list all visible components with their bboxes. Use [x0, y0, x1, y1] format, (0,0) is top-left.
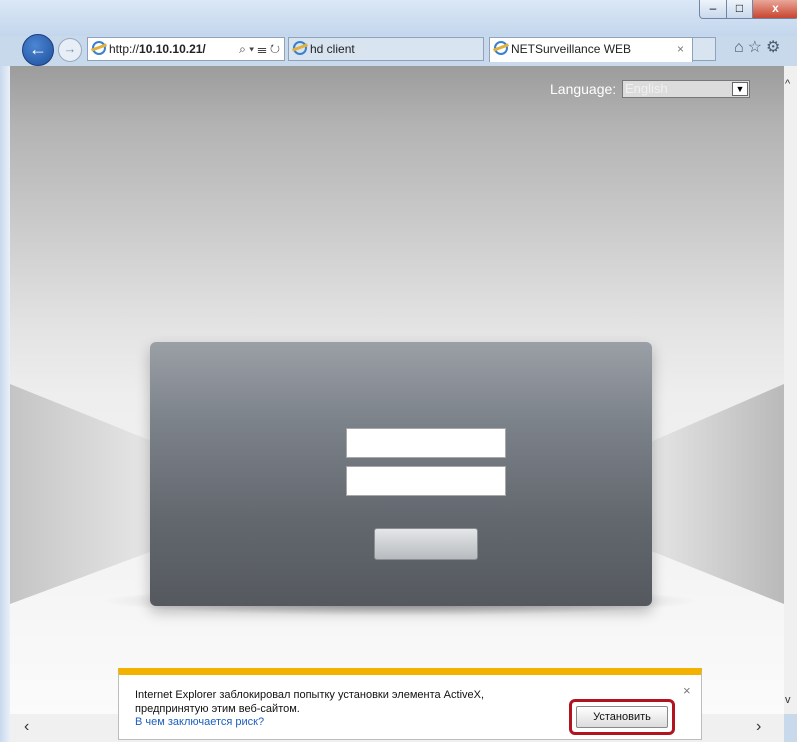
- close-icon[interactable]: ×: [683, 683, 691, 698]
- ie-logo-icon: [494, 41, 508, 55]
- close-window-button[interactable]: x: [752, 0, 797, 19]
- title-bar: [0, 0, 797, 36]
- tab-netsurveillance-web[interactable]: NETSurveillance WEB ×: [489, 37, 693, 62]
- language-label: Language:: [550, 81, 617, 97]
- password-input[interactable]: [346, 466, 506, 496]
- install-button-highlight: Установить: [569, 699, 675, 735]
- tab-label: hd client: [310, 42, 355, 56]
- risk-link[interactable]: В чем заключается риск?: [135, 716, 264, 728]
- chevron-down-icon[interactable]: ▼: [732, 82, 748, 96]
- maximize-button[interactable]: □: [726, 0, 753, 19]
- address-tools-icon[interactable]: ⌕ ▾ ☰ ↻: [239, 38, 280, 60]
- home-favorites-settings-icon[interactable]: ⌂☆⚙: [734, 37, 784, 57]
- language-select[interactable]: English ▼: [622, 80, 750, 98]
- scroll-left-icon[interactable]: ‹: [24, 718, 29, 736]
- tab-hd-client[interactable]: hd client: [288, 37, 484, 61]
- window-left-edge: [0, 66, 10, 742]
- address-prefix: http://: [109, 42, 140, 56]
- username-input[interactable]: [346, 428, 506, 458]
- tab-label: NETSurveillance WEB: [511, 42, 632, 56]
- new-tab-button[interactable]: [692, 37, 716, 61]
- ie-logo-icon: [293, 41, 307, 55]
- scroll-up-icon[interactable]: ^: [785, 78, 790, 90]
- login-panel: [150, 342, 652, 606]
- back-arrow-icon[interactable]: ←: [22, 34, 54, 66]
- background-wall-right: [652, 384, 784, 604]
- minimize-button[interactable]: –: [699, 0, 727, 19]
- scroll-down-icon[interactable]: v: [785, 694, 791, 706]
- forward-arrow-icon[interactable]: →: [58, 38, 82, 62]
- notification-message: Internet Explorer заблокировал попытку у…: [135, 689, 485, 715]
- ie-logo-icon: [92, 41, 106, 55]
- activex-notification-bar: Internet Explorer заблокировал попытку у…: [118, 668, 702, 740]
- scroll-right-icon[interactable]: ›: [756, 718, 761, 736]
- address-bar[interactable]: http://10.10.10.21/ ⌕ ▾ ☰ ↻: [87, 37, 285, 61]
- browser-window: – □ x ← → http://10.10.10.21/ ⌕ ▾ ☰ ↻ hd…: [0, 0, 797, 742]
- page-viewport: Language: English ▼: [10, 66, 784, 714]
- language-value: English: [625, 81, 668, 96]
- background-wall-left: [10, 384, 152, 604]
- address-host: 10.10.10.21/: [139, 42, 206, 56]
- install-button[interactable]: Установить: [576, 706, 668, 728]
- vertical-scrollbar[interactable]: ^ v: [784, 66, 797, 714]
- login-button[interactable]: [374, 528, 478, 560]
- tab-close-icon[interactable]: ×: [677, 38, 684, 60]
